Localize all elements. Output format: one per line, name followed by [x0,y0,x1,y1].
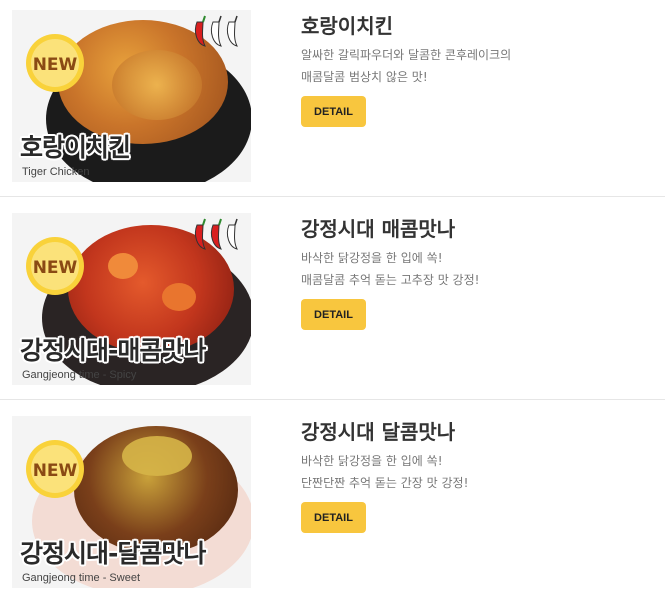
food-highlight [112,50,202,120]
menu-item-tiger-chicken: NEW 호랑이치킨 Tiger Chicken 호랑이치킨 알싸한 갈릭파우더와… [0,0,665,196]
description-line: 바삭한 닭강정을 한 입에 쏙! [301,454,443,468]
menu-item-description: 바삭한 닭강정을 한 입에 쏙! 단짠단짠 추억 돋는 간장 맛 강정! [301,450,641,494]
new-badge: NEW [22,438,88,500]
detail-button[interactable]: DETAIL [301,96,366,127]
menu-item-image[interactable]: NEW 강정시대-달콤맛나 Gangjeong time - Sweet [12,416,251,588]
spice-level-icon [191,14,243,48]
divider [0,399,665,400]
food-piece [162,283,196,311]
thumb-subtitle: Tiger Chicken [22,166,90,178]
menu-item-image[interactable]: NEW 강정시대-매콤맛나 Gangjeong time - Spicy [12,213,251,385]
menu-item-name: 강정시대 매콤맛나 [301,217,456,241]
menu-item-gangjeong-spicy: NEW 강정시대-매콤맛나 Gangjeong time - Spicy 강정시… [0,203,665,399]
description-line: 단짠단짠 추억 돋는 간장 맛 강정! [301,476,469,490]
new-badge-label: NEW [33,258,78,278]
thumb-title: 강정시대-매콤맛나 [20,336,206,365]
thumb-title: 호랑이치킨 [20,133,131,162]
detail-button[interactable]: DETAIL [301,299,366,330]
menu-item-name: 호랑이치킨 [301,14,393,38]
food-piece [108,253,138,279]
new-badge-label: NEW [33,55,78,75]
menu-item-gangjeong-sweet: NEW 강정시대-달콤맛나 Gangjeong time - Sweet 강정시… [0,406,665,596]
thumb-title: 강정시대-달콤맛나 [20,539,206,568]
thumb-subtitle: Gangjeong time - Sweet [22,572,141,584]
thumb-subtitle: Gangjeong time - Spicy [22,369,137,381]
menu-item-description: 알싸한 갈릭파우더와 달콤한 콘후레이크의 매콤달콤 범상치 않은 맛! [301,44,641,88]
detail-button[interactable]: DETAIL [301,502,366,533]
spice-level-icon [191,217,243,251]
description-line: 매콤달콤 추억 돋는 고추장 맛 강정! [301,273,480,287]
menu-item-description: 바삭한 닭강정을 한 입에 쏙! 매콤달콤 추억 돋는 고추장 맛 강정! [301,247,641,291]
new-badge-label: NEW [33,461,78,481]
description-line: 매콤달콤 범상치 않은 맛! [301,70,428,84]
new-badge: NEW [22,32,88,94]
menu-item-image[interactable]: NEW 호랑이치킨 Tiger Chicken [12,10,251,182]
description-line: 알싸한 갈릭파우더와 달콤한 콘후레이크의 [301,48,512,62]
description-line: 바삭한 닭강정을 한 입에 쏙! [301,251,443,265]
food-topping [122,436,192,476]
new-badge: NEW [22,235,88,297]
divider [0,196,665,197]
menu-item-name: 강정시대 달콤맛나 [301,420,456,444]
